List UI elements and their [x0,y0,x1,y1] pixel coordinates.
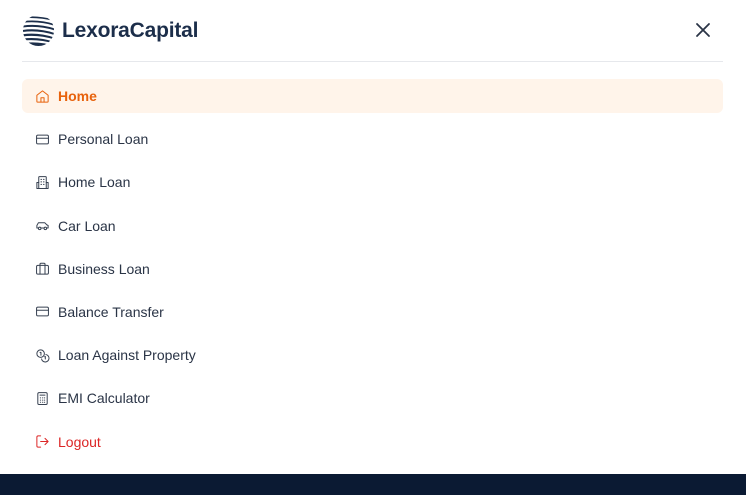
credit-card-icon [34,304,50,320]
menu-item-label: Logout [58,433,101,450]
menu-item-business-loan[interactable]: Business Loan [22,252,723,286]
credit-card-icon [34,131,50,147]
menu-item-car-loan[interactable]: Car Loan [22,209,723,243]
building-icon [34,174,50,190]
menu-item-label: Loan Against Property [58,347,196,364]
home-icon [34,88,50,104]
brand-name: LexoraCapital [62,18,199,42]
menu-item-logout[interactable]: Logout [22,425,723,459]
menu-item-loan-against-property[interactable]: Loan Against Property [22,338,723,372]
menu-item-label: Car Loan [58,217,116,234]
menu-item-label: Business Loan [58,260,150,277]
coins-icon [34,347,50,363]
footer-bar [0,474,746,495]
menu-item-home-loan[interactable]: Home Loan [22,165,723,199]
calculator-icon [34,390,50,406]
menu-item-label: Home [58,88,97,104]
close-icon [696,23,710,37]
menu-item-label: Personal Loan [58,131,149,148]
menu-item-label: Balance Transfer [58,303,164,320]
striped-globe-logo [22,16,55,47]
car-icon [34,218,50,234]
navigation-menu: Home Personal Loan Home Loan Car Loan Bu… [22,79,723,468]
menu-item-home[interactable]: Home [22,79,723,113]
logout-icon [34,434,50,450]
menu-item-label: EMI Calculator [58,390,150,407]
menu-item-label: Home Loan [58,174,131,191]
briefcase-icon [34,261,50,277]
close-button[interactable] [693,20,713,40]
menu-header: LexoraCapital [22,0,723,62]
menu-item-balance-transfer[interactable]: Balance Transfer [22,295,723,329]
menu-item-emi-calculator[interactable]: EMI Calculator [22,381,723,415]
menu-item-personal-loan[interactable]: Personal Loan [22,122,723,156]
